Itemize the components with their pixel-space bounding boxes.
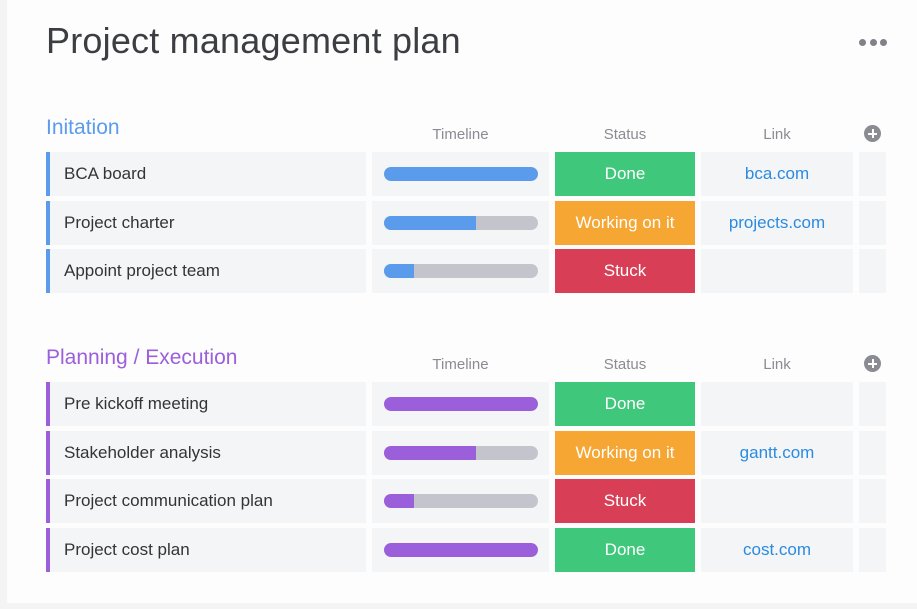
timeline-bar[interactable] — [383, 397, 538, 411]
empty-cell — [859, 382, 886, 426]
column-header-status[interactable]: Status — [555, 126, 695, 143]
column-header-timeline[interactable]: Timeline — [372, 356, 549, 373]
column-header-link[interactable]: Link — [701, 126, 853, 143]
column-header-status[interactable]: Status — [555, 356, 695, 373]
status-badge[interactable]: Stuck — [555, 479, 695, 524]
link-cell[interactable] — [701, 479, 853, 524]
timeline-cell — [372, 382, 549, 426]
table-row: Project charter Working on it projects.c… — [0, 200, 917, 245]
timeline-cell — [372, 528, 549, 573]
timeline-bar[interactable] — [383, 494, 538, 509]
timeline-bar-fill — [383, 494, 415, 509]
item-name: BCA board — [64, 164, 147, 183]
timeline-cell — [372, 200, 549, 245]
item-name-cell[interactable]: Stakeholder analysis — [46, 430, 366, 475]
timeline-bar[interactable] — [383, 543, 538, 558]
item-name: Stakeholder analysis — [64, 442, 221, 462]
timeline-bar-fill — [383, 215, 476, 230]
status-badge[interactable]: Stuck — [555, 249, 695, 294]
item-name: Project charter — [64, 212, 175, 232]
table-row: Project communication plan Stuck — [0, 479, 917, 524]
status-badge[interactable]: Working on it — [555, 430, 695, 475]
item-name-cell[interactable]: Project cost plan — [46, 528, 366, 573]
timeline-bar[interactable] — [383, 264, 538, 279]
empty-cell — [859, 249, 886, 294]
table-row: BCA board Done bca.com — [0, 152, 917, 196]
link-cell[interactable] — [701, 249, 853, 294]
item-name-cell[interactable]: BCA board — [46, 152, 366, 196]
group-color-stripe — [46, 382, 50, 426]
link-cell[interactable]: cost.com — [701, 528, 853, 573]
empty-cell — [859, 200, 886, 245]
more-horizontal-icon — [859, 38, 866, 46]
item-name: Project communication plan — [64, 491, 273, 511]
link-cell[interactable]: bca.com — [701, 152, 853, 196]
item-name: Appoint project team — [64, 261, 220, 281]
timeline-bar-fill — [383, 445, 476, 460]
more-horizontal-icon-dot — [869, 38, 877, 46]
table-row: Appoint project team Stuck — [0, 249, 917, 294]
page-title: Project management plan — [46, 20, 461, 61]
group-color-stripe — [46, 479, 50, 524]
timeline-cell — [372, 249, 549, 294]
timeline-cell — [372, 479, 549, 524]
timeline-bar-fill — [383, 264, 415, 279]
timeline-bar-fill — [383, 543, 538, 558]
status-badge[interactable]: Done — [555, 152, 695, 196]
empty-cell — [859, 430, 886, 475]
timeline-bar-fill — [383, 397, 538, 411]
table-row: Stakeholder analysis Working on it gantt… — [0, 430, 917, 475]
table-row: Project cost plan Done cost.com — [0, 528, 917, 573]
group-color-stripe — [46, 430, 50, 475]
group-color-stripe — [46, 249, 50, 294]
timeline-cell — [372, 152, 549, 196]
status-badge[interactable]: Done — [555, 382, 695, 426]
table-row: Pre kickoff meeting Done — [0, 382, 917, 426]
item-name: Pre kickoff meeting — [64, 394, 209, 413]
item-name-cell[interactable]: Project communication plan — [46, 479, 366, 524]
empty-cell — [859, 152, 886, 196]
group-color-stripe — [46, 528, 50, 573]
empty-cell — [859, 479, 886, 524]
link-cell[interactable]: gantt.com — [701, 430, 853, 475]
link-cell[interactable] — [701, 382, 853, 426]
timeline-bar[interactable] — [383, 167, 538, 181]
group-title[interactable]: Initation — [46, 116, 120, 140]
group-color-stripe — [46, 200, 50, 245]
status-badge[interactable]: Done — [555, 528, 695, 573]
item-name-cell[interactable]: Project charter — [46, 200, 366, 245]
more-options-button[interactable] — [859, 37, 887, 47]
timeline-bar-fill — [383, 167, 538, 181]
timeline-cell — [372, 430, 549, 475]
column-header-link[interactable]: Link — [701, 356, 853, 373]
item-name: Project cost plan — [64, 540, 190, 560]
timeline-bar[interactable] — [383, 445, 538, 460]
plus-circle-icon[interactable] — [864, 125, 881, 142]
status-badge[interactable]: Working on it — [555, 200, 695, 245]
empty-cell — [859, 528, 886, 573]
group-title[interactable]: Planning / Execution — [46, 346, 237, 370]
timeline-bar[interactable] — [383, 215, 538, 230]
item-name-cell[interactable]: Appoint project team — [46, 249, 366, 294]
plus-circle-icon[interactable] — [864, 355, 881, 372]
item-name-cell[interactable]: Pre kickoff meeting — [46, 382, 366, 426]
column-header-timeline[interactable]: Timeline — [372, 126, 549, 143]
more-horizontal-icon-dot — [880, 38, 887, 46]
group-color-stripe — [46, 152, 50, 196]
link-cell[interactable]: projects.com — [701, 200, 853, 245]
